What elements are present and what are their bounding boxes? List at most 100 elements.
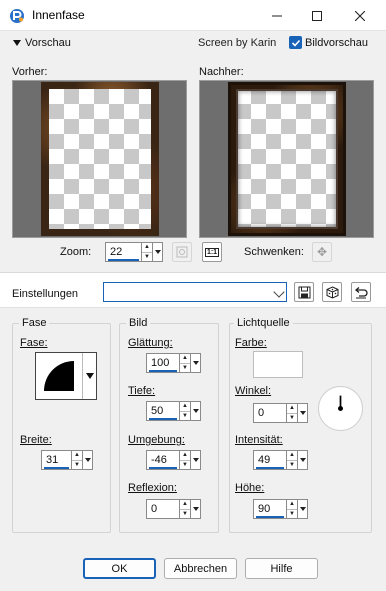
dropdown-button[interactable] <box>297 451 307 469</box>
winkel-value[interactable]: 0 <box>254 404 286 422</box>
fase-shape-picker[interactable] <box>35 352 97 400</box>
farbe-color-swatch[interactable] <box>253 351 303 378</box>
tiefe-value[interactable]: 50 <box>147 402 179 420</box>
dropdown-button[interactable] <box>190 354 200 372</box>
zoom-stepper[interactable]: 22 ▲ ▼ <box>105 242 163 262</box>
arrow-up-icon[interactable]: ▲ <box>180 354 190 363</box>
fase-group-title: Fase <box>19 317 50 329</box>
winkel-stepper[interactable]: 0 ▲ ▼ <box>253 403 308 423</box>
arrow-up-icon[interactable]: ▲ <box>287 404 297 413</box>
reset-button[interactable] <box>351 282 371 302</box>
arrow-up-icon[interactable]: ▲ <box>142 243 152 252</box>
arrow-down-icon[interactable]: ▼ <box>287 459 297 470</box>
bild-group-title: Bild <box>126 317 151 329</box>
arrow-down-icon[interactable]: ▼ <box>180 508 190 519</box>
after-preview[interactable] <box>199 80 374 238</box>
tiefe-stepper[interactable]: 50 ▲ ▼ <box>146 401 201 421</box>
stepper-arrows[interactable]: ▲ ▼ <box>179 354 190 372</box>
chevron-down-icon <box>154 250 161 254</box>
hoehe-stepper[interactable]: 90 ▲ ▼ <box>253 499 308 519</box>
umgebung-label: Umgebung: <box>128 434 185 446</box>
glaettung-stepper[interactable]: 100 ▲ ▼ <box>146 353 201 373</box>
arrow-up-icon[interactable]: ▲ <box>180 451 190 460</box>
stepper-arrows[interactable]: ▲ ▼ <box>179 451 190 469</box>
reflexion-value[interactable]: 0 <box>147 500 179 518</box>
stepper-arrows[interactable]: ▲ ▼ <box>286 404 297 422</box>
breite-label: Breite: <box>20 434 52 446</box>
chevron-down-icon <box>299 411 306 415</box>
preview-toggle[interactable]: Vorschau <box>13 37 71 49</box>
before-preview[interactable] <box>12 80 187 238</box>
randomize-button[interactable] <box>322 282 342 302</box>
checkmark-icon <box>291 39 300 47</box>
stepper-arrows[interactable]: ▲ ▼ <box>179 402 190 420</box>
arrow-up-icon[interactable]: ▲ <box>180 402 190 411</box>
stepper-arrows[interactable]: ▲ ▼ <box>286 451 297 469</box>
help-button[interactable]: Hilfe <box>245 558 318 579</box>
arrow-up-icon[interactable]: ▲ <box>287 500 297 509</box>
glaettung-value[interactable]: 100 <box>147 354 179 372</box>
dice-icon <box>326 285 338 299</box>
settings-combobox[interactable] <box>103 282 287 302</box>
reflexion-label: Reflexion: <box>128 482 177 494</box>
arrow-up-icon[interactable]: ▲ <box>180 500 190 509</box>
ok-button[interactable]: OK <box>83 558 156 579</box>
before-label: Vorher: <box>12 66 48 78</box>
chevron-down-icon <box>192 458 199 462</box>
dropdown-button[interactable] <box>82 451 92 469</box>
umgebung-stepper[interactable]: -46 ▲ ▼ <box>146 450 201 470</box>
stepper-arrows[interactable]: ▲ ▼ <box>71 451 82 469</box>
stepper-arrows[interactable]: ▲ ▼ <box>286 500 297 518</box>
window-title: Innenfase <box>32 8 85 22</box>
save-preset-button[interactable] <box>294 282 314 302</box>
stepper-arrows[interactable]: ▲ ▼ <box>141 243 152 261</box>
dropdown-button[interactable] <box>297 500 307 518</box>
arrow-up-icon[interactable]: ▲ <box>287 451 297 460</box>
hoehe-value[interactable]: 90 <box>254 500 286 518</box>
dropdown-button[interactable] <box>190 402 200 420</box>
bevel-shape-icon <box>44 361 74 391</box>
one-to-one-icon: 1:1 <box>204 247 220 257</box>
close-button[interactable] <box>340 0 380 31</box>
dropdown-button[interactable] <box>82 353 96 399</box>
zoom-actual-size-button[interactable]: 1:1 <box>202 242 222 262</box>
intensitaet-stepper[interactable]: 49 ▲ ▼ <box>253 450 308 470</box>
dropdown-button[interactable] <box>297 404 307 422</box>
arrow-down-icon[interactable]: ▼ <box>72 459 82 470</box>
umgebung-value[interactable]: -46 <box>147 451 179 469</box>
arrow-down-icon[interactable]: ▼ <box>287 412 297 423</box>
intensitaet-label: Intensität: <box>235 434 283 446</box>
arrow-down-icon[interactable]: ▼ <box>287 508 297 519</box>
farbe-label: Farbe: <box>235 337 267 349</box>
arrow-down-icon[interactable]: ▼ <box>180 410 190 421</box>
dropdown-button[interactable] <box>190 500 200 518</box>
arrow-down-icon[interactable]: ▼ <box>142 251 152 262</box>
triangle-down-icon <box>13 40 21 46</box>
cancel-button[interactable]: Abbrechen <box>164 558 237 579</box>
bildvorschau-checkbox[interactable] <box>289 36 302 49</box>
maximize-button[interactable] <box>297 0 337 31</box>
breite-value[interactable]: 31 <box>42 451 71 469</box>
zoom-value[interactable]: 22 <box>106 243 141 261</box>
stepper-arrows[interactable]: ▲ ▼ <box>179 500 190 518</box>
breite-stepper[interactable]: 31 ▲ ▼ <box>41 450 93 470</box>
angle-dial[interactable] <box>318 386 363 431</box>
intensitaet-value[interactable]: 49 <box>254 451 286 469</box>
minimize-icon <box>272 15 282 16</box>
chevron-down-icon <box>299 507 306 511</box>
bildvorschau-label[interactable]: Bildvorschau <box>305 37 368 49</box>
arrow-down-icon[interactable]: ▼ <box>180 362 190 373</box>
chevron-down-icon <box>192 507 199 511</box>
settings-label: Einstellungen <box>12 288 79 300</box>
dropdown-button[interactable] <box>152 243 162 261</box>
pan-button[interactable]: ✥ <box>312 242 332 262</box>
arrow-up-icon[interactable]: ▲ <box>72 451 82 460</box>
chevron-down-icon <box>192 361 199 365</box>
arrow-down-icon[interactable]: ▼ <box>180 459 190 470</box>
transparency-checker <box>49 89 151 229</box>
minimize-button[interactable] <box>257 0 297 31</box>
app-logo-icon <box>10 9 24 23</box>
reflexion-stepper[interactable]: 0 ▲ ▼ <box>146 499 201 519</box>
dropdown-button[interactable] <box>190 451 200 469</box>
zoom-fit-button[interactable] <box>172 242 192 262</box>
